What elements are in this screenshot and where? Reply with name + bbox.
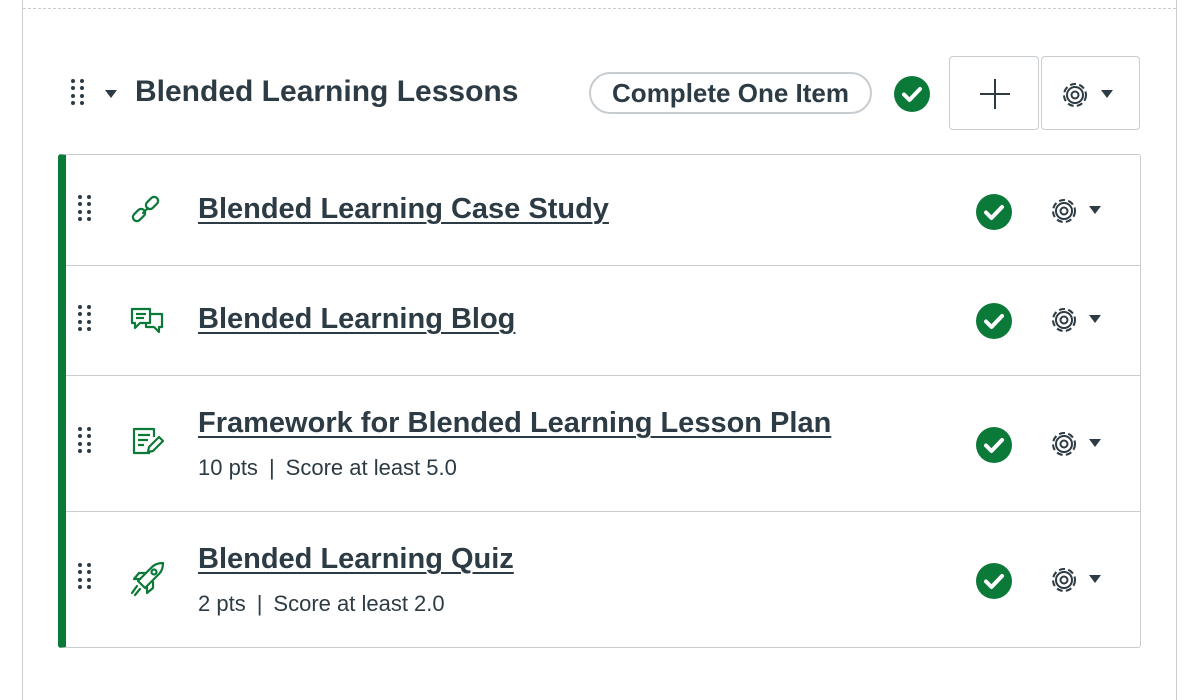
caret-down-icon bbox=[1101, 90, 1113, 98]
discussion-icon bbox=[130, 307, 164, 334]
item-complete-checkmark-icon bbox=[976, 563, 1012, 599]
item-requirement: Score at least 2.0 bbox=[273, 591, 445, 616]
item-settings-gear-icon[interactable] bbox=[1048, 428, 1080, 460]
item-settings-gear-icon[interactable] bbox=[1048, 195, 1080, 227]
module-items-list: Blended Learning Case Study Blended Lear… bbox=[58, 154, 1141, 648]
item-title-link[interactable]: Blended Learning Quiz bbox=[198, 543, 514, 576]
item-drag-handle-icon[interactable] bbox=[78, 563, 91, 589]
item-complete-checkmark-icon bbox=[976, 194, 1012, 230]
meta-separator: | bbox=[256, 591, 263, 616]
link-icon bbox=[131, 195, 160, 223]
module-complete-checkmark-icon bbox=[894, 76, 930, 112]
item-title-link[interactable]: Framework for Blended Learning Lesson Pl… bbox=[198, 407, 831, 440]
item-points: 2 pts bbox=[198, 591, 246, 616]
item-title-link[interactable]: Blended Learning Blog bbox=[198, 303, 515, 336]
item-meta: 2 pts | Score at least 2.0 bbox=[198, 591, 445, 617]
quiz-icon bbox=[130, 561, 165, 597]
assignment-icon bbox=[132, 427, 165, 455]
plus-icon bbox=[980, 79, 1010, 109]
module-settings-button[interactable] bbox=[1041, 56, 1140, 130]
item-complete-checkmark-icon bbox=[976, 427, 1012, 463]
item-requirement: Score at least 5.0 bbox=[285, 455, 457, 480]
collapse-caret-icon[interactable] bbox=[105, 90, 117, 98]
module-top-divider bbox=[23, 8, 1176, 9]
module-title[interactable]: Blended Learning Lessons bbox=[135, 75, 518, 109]
list-item[interactable]: Blended Learning Blog bbox=[66, 265, 1140, 376]
module-header: Blended Learning Lessons Complete One It… bbox=[23, 50, 1176, 140]
gear-icon bbox=[1063, 83, 1087, 107]
caret-down-icon[interactable] bbox=[1089, 315, 1101, 323]
module-container: Blended Learning Lessons Complete One It… bbox=[22, 0, 1177, 700]
list-item[interactable]: Framework for Blended Learning Lesson Pl… bbox=[66, 375, 1140, 512]
caret-down-icon[interactable] bbox=[1089, 206, 1101, 214]
item-drag-handle-icon[interactable] bbox=[78, 427, 91, 453]
add-item-button[interactable] bbox=[949, 56, 1039, 130]
list-item[interactable]: Blended Learning Quiz 2 pts | Score at lea… bbox=[66, 511, 1140, 647]
item-title-link[interactable]: Blended Learning Case Study bbox=[198, 193, 609, 226]
item-complete-checkmark-icon bbox=[976, 303, 1012, 339]
list-item[interactable]: Blended Learning Case Study bbox=[66, 155, 1140, 266]
item-drag-handle-icon[interactable] bbox=[78, 305, 91, 331]
caret-down-icon[interactable] bbox=[1089, 575, 1101, 583]
meta-separator: | bbox=[268, 455, 275, 480]
item-settings-gear-icon[interactable] bbox=[1048, 304, 1080, 336]
item-drag-handle-icon[interactable] bbox=[78, 195, 91, 221]
module-drag-handle-icon[interactable] bbox=[71, 79, 84, 105]
caret-down-icon[interactable] bbox=[1089, 439, 1101, 447]
item-settings-gear-icon[interactable] bbox=[1048, 564, 1080, 596]
item-points: 10 pts bbox=[198, 455, 258, 480]
requirement-pill: Complete One Item bbox=[589, 72, 872, 114]
item-meta: 10 pts | Score at least 5.0 bbox=[198, 455, 457, 481]
